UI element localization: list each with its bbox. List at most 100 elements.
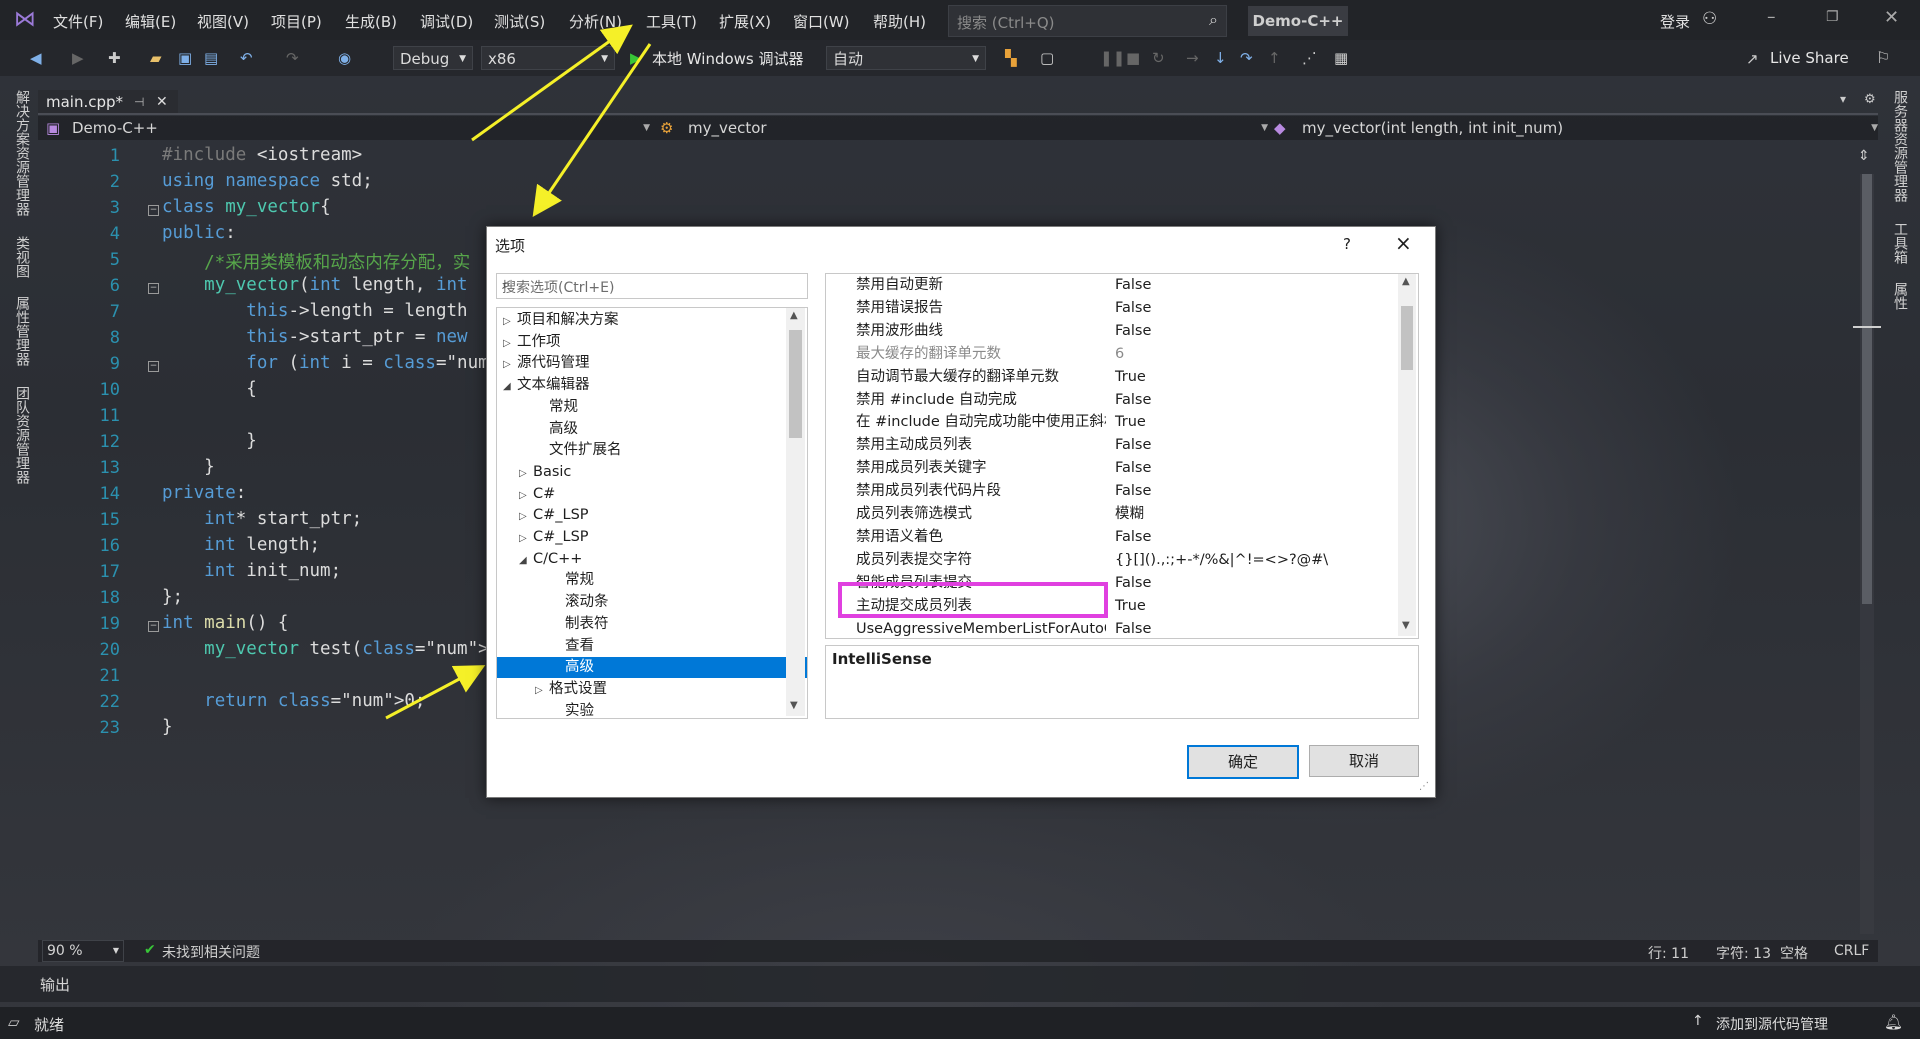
- tree-item[interactable]: ▷ Basic: [497, 462, 807, 483]
- tree-item-label: C/C++: [533, 550, 583, 567]
- tree-item-label: 常规: [565, 572, 594, 589]
- tree-item-label: 文件扩展名: [549, 442, 622, 459]
- expand-arrow-icon[interactable]: ▷: [503, 333, 517, 354]
- property-row[interactable]: 禁用成员列表关键字 False: [826, 457, 1398, 480]
- property-name: 禁用语义着色: [856, 528, 943, 545]
- property-value[interactable]: False: [1115, 434, 1151, 457]
- description-title: IntelliSense: [832, 650, 932, 668]
- tree-item-label: 滚动条: [565, 594, 609, 611]
- property-value[interactable]: True: [1115, 366, 1146, 389]
- arrow-to-tools-menu: [471, 24, 633, 142]
- tree-item-label: 格式设置: [549, 680, 607, 697]
- expand-arrow-icon[interactable]: ▷: [519, 485, 533, 506]
- options-tree[interactable]: ▷ 项目和解决方案 ▷ 工作项 ▷ 源代码管理 ◢ 文本编辑器 常规 高级 文件扩展名 ▷ Basic ▷…: [496, 307, 808, 719]
- tree-item[interactable]: ▷ C#_LSP: [497, 527, 807, 548]
- property-name: 在 #include 自动完成功能中使用正斜杠: [856, 414, 1106, 431]
- property-name: UseAggressiveMemberListForAutoComplete: [856, 620, 1106, 637]
- property-scroll-thumb[interactable]: [1401, 306, 1413, 370]
- property-row[interactable]: 成员列表提交字符 {}[]().,:;+-*/%&|^!=<>?@#\: [826, 549, 1398, 572]
- property-value[interactable]: False: [1115, 297, 1151, 320]
- tree-item-label: 常规: [549, 398, 578, 415]
- tree-item-label: 项目和解决方案: [517, 312, 619, 328]
- property-value[interactable]: False: [1115, 526, 1151, 549]
- tree-item-label: 查看: [565, 637, 594, 654]
- property-value[interactable]: False: [1115, 457, 1151, 480]
- highlight-box: [838, 582, 1108, 618]
- property-value[interactable]: False: [1115, 618, 1151, 639]
- tree-item[interactable]: ◢ 文本编辑器: [497, 375, 791, 396]
- property-value[interactable]: {}[]().,:;+-*/%&|^!=<>?@#\: [1115, 549, 1328, 572]
- property-name: 禁用错误报告: [856, 299, 943, 316]
- property-value[interactable]: False: [1115, 274, 1151, 297]
- property-row[interactable]: 在 #include 自动完成功能中使用正斜杠 True: [826, 411, 1398, 434]
- tree-item[interactable]: ▷ 格式设置: [497, 679, 807, 701]
- property-value[interactable]: False: [1115, 320, 1151, 343]
- property-row[interactable]: 禁用成员列表代码片段 False: [826, 480, 1398, 503]
- tree-item[interactable]: ▷ 源代码管理: [497, 353, 791, 374]
- tree-scroll-thumb[interactable]: [789, 330, 802, 438]
- property-row[interactable]: 禁用自动更新 False: [826, 274, 1398, 297]
- cancel-button[interactable]: 取消: [1309, 745, 1419, 777]
- expand-arrow-icon[interactable]: ◢: [519, 550, 533, 571]
- ok-button[interactable]: 确定: [1187, 745, 1299, 779]
- property-name: 禁用自动更新: [856, 277, 943, 293]
- property-value[interactable]: 6: [1115, 343, 1124, 366]
- property-name: 禁用成员列表关键字: [856, 460, 987, 477]
- expand-arrow-icon[interactable]: ▷: [519, 463, 533, 484]
- tree-item[interactable]: 实验: [497, 701, 807, 719]
- tree-scrollbar[interactable]: ▲ ▼: [786, 308, 805, 716]
- property-name: 成员列表筛选模式: [856, 506, 972, 522]
- options-dialog: 选项 ? × 搜索选项(Ctrl+E) ⌕ ▷ 项目和解决方案 ▷ 工作项 ▷ 源代码管理…: [486, 226, 1436, 798]
- tree-item[interactable]: 查看: [497, 636, 807, 657]
- expand-arrow-icon[interactable]: ▷: [503, 311, 517, 332]
- property-value[interactable]: False: [1115, 572, 1151, 595]
- property-value[interactable]: 模糊: [1115, 503, 1144, 526]
- expand-arrow-icon[interactable]: ◢: [503, 376, 517, 397]
- property-row[interactable]: 自动调节最大缓存的翻译单元数 True: [826, 366, 1398, 389]
- tree-item[interactable]: ◢ C/C++: [497, 549, 807, 570]
- property-row[interactable]: 禁用主动成员列表 False: [826, 434, 1398, 457]
- property-name: 自动调节最大缓存的翻译单元数: [856, 368, 1059, 385]
- tree-item[interactable]: 文件扩展名: [497, 440, 807, 461]
- tree-item-label: 高级: [565, 659, 594, 676]
- expand-arrow-icon[interactable]: ▷: [503, 354, 517, 375]
- property-row[interactable]: 禁用错误报告 False: [826, 297, 1398, 320]
- tree-item-label: 文本编辑器: [517, 377, 590, 394]
- expand-arrow-icon[interactable]: ▷: [519, 528, 533, 549]
- close-dialog-button[interactable]: ×: [1395, 231, 1412, 255]
- tree-item-label: 实验: [565, 702, 594, 719]
- property-name: 禁用波形曲线: [856, 322, 943, 339]
- property-value[interactable]: True: [1115, 411, 1146, 434]
- tree-item[interactable]: ▷ 工作项: [497, 332, 791, 353]
- tree-item[interactable]: ▷ 项目和解决方案: [497, 310, 791, 331]
- options-search-input[interactable]: 搜索选项(Ctrl+E) ⌕: [496, 273, 808, 299]
- dialog-title: 选项: [495, 237, 526, 255]
- property-value[interactable]: False: [1115, 389, 1151, 412]
- tree-item[interactable]: 制表符: [497, 614, 807, 635]
- property-row[interactable]: UseAggressiveMemberListForAutoComplete Fa…: [826, 618, 1398, 639]
- property-name: 成员列表提交字符: [856, 551, 972, 568]
- property-row[interactable]: 最大缓存的翻译单元数 6: [826, 343, 1398, 366]
- tree-item[interactable]: ▷ C#: [497, 484, 807, 505]
- resize-grip-icon[interactable]: ⋰: [1419, 781, 1429, 792]
- tree-item[interactable]: 常规: [497, 570, 807, 591]
- tree-item[interactable]: 高级: [497, 657, 807, 679]
- tree-item-label: C#_LSP: [533, 529, 589, 545]
- property-row[interactable]: 禁用波形曲线 False: [826, 320, 1398, 343]
- help-button[interactable]: ?: [1343, 235, 1351, 253]
- tree-item-label: 工作项: [517, 333, 561, 350]
- tree-item[interactable]: 常规: [497, 397, 807, 418]
- expand-arrow-icon[interactable]: ▷: [535, 680, 549, 701]
- property-row[interactable]: 禁用语义着色 False: [826, 526, 1398, 549]
- tree-item[interactable]: 高级: [497, 419, 807, 440]
- tree-item[interactable]: 滚动条: [497, 592, 807, 613]
- property-row[interactable]: 成员列表筛选模式 模糊: [826, 503, 1398, 526]
- property-scrollbar[interactable]: ▲ ▼: [1398, 274, 1416, 636]
- expand-arrow-icon[interactable]: ▷: [519, 506, 533, 527]
- tree-item-label: C#: [533, 485, 556, 502]
- property-name: 禁用成员列表代码片段: [856, 483, 1001, 500]
- property-row[interactable]: 禁用 #include 自动完成 False: [826, 389, 1398, 412]
- property-value[interactable]: False: [1115, 480, 1151, 503]
- tree-item[interactable]: ▷ C#_LSP: [497, 505, 807, 526]
- property-value[interactable]: True: [1115, 595, 1146, 618]
